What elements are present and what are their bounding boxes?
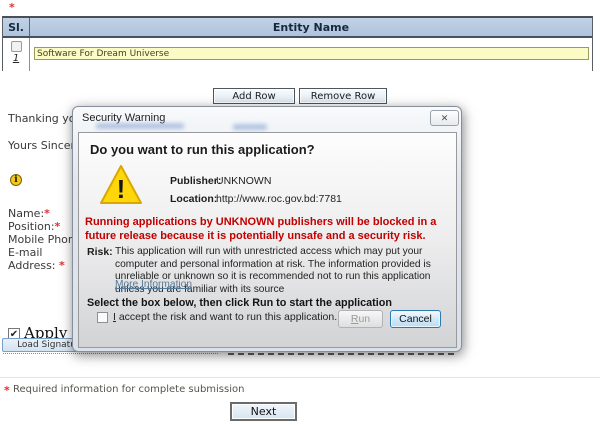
cancel-button[interactable]: Cancel [390,310,441,328]
position-label: Position: [8,220,55,233]
blocked-warning-text: Running applications by UNKNOWN publishe… [85,215,457,243]
required-note-asterisk: * [4,384,10,397]
entity-table-header: Sl. Entity Name [3,18,592,38]
name-required-asterisk: * [44,207,50,220]
yours-sincerely-text: Yours Sincere [8,139,82,152]
dialog-content-panel: Do you want to run this application? ! P… [78,132,457,348]
field-label-name: Name:* [8,207,50,220]
mobile-label: Mobile Phone [8,233,82,246]
warning-triangle-icon: ! [99,164,143,206]
required-note: Required information for complete submis… [13,384,244,395]
remove-row-button[interactable]: Remove Row [299,88,387,104]
run-rest: un [358,313,370,325]
table-required-asterisk: * [9,1,15,14]
security-warning-dialog: Security Warning ✕ Do you want to run th… [72,106,462,352]
field-label-mobile: Mobile Phone [8,233,82,246]
entity-name-input[interactable] [34,47,589,60]
field-label-address: Address: * [8,259,65,272]
blurred-redaction [96,123,184,129]
location-value: http://www.roc.gov.bd:7781 [216,193,342,205]
field-label-position: Position:* [8,220,60,233]
name-label: Name: [8,207,44,220]
column-header-sl: Sl. [3,18,30,36]
entity-table: Sl. Entity Name 1 [2,16,593,71]
column-header-entity-name: Entity Name [30,18,592,36]
row-select-checkbox[interactable] [11,41,22,52]
location-label: Location: [170,193,217,205]
row-index: 1 [13,53,19,64]
dashed-separator-left [3,353,218,354]
risk-label: Risk: [87,246,113,258]
dashed-separator-right [228,353,454,355]
accept-risk-label: I accept the risk and want to run this a… [113,311,337,323]
email-label: E-mail [8,246,43,259]
next-button[interactable]: Next [230,402,297,421]
field-label-email: E-mail [8,246,43,259]
select-instruction: Select the box below, then click Run to … [87,297,392,309]
dialog-heading: Do you want to run this application? [90,142,315,157]
more-information-link[interactable]: More Information [115,279,192,290]
close-icon[interactable]: ✕ [430,110,459,126]
run-button[interactable]: Run [338,310,383,328]
accept-risk-checkbox[interactable] [97,312,108,323]
sl-cell: 1 [3,38,30,71]
address-required-asterisk: * [59,259,65,272]
table-row: 1 [3,38,592,71]
publisher-value: UNKNOWN [216,175,271,187]
page-divider [0,377,600,378]
svg-text:!: ! [117,174,126,204]
address-label: Address: [8,259,59,272]
publisher-label: Publisher: [170,175,221,187]
position-required-asterisk: * [55,220,61,233]
add-row-button[interactable]: Add Row [213,88,295,104]
info-icon: i [10,174,22,186]
blurred-redaction [233,124,267,130]
accept-rest: accept the risk and want to run this app… [116,311,337,323]
